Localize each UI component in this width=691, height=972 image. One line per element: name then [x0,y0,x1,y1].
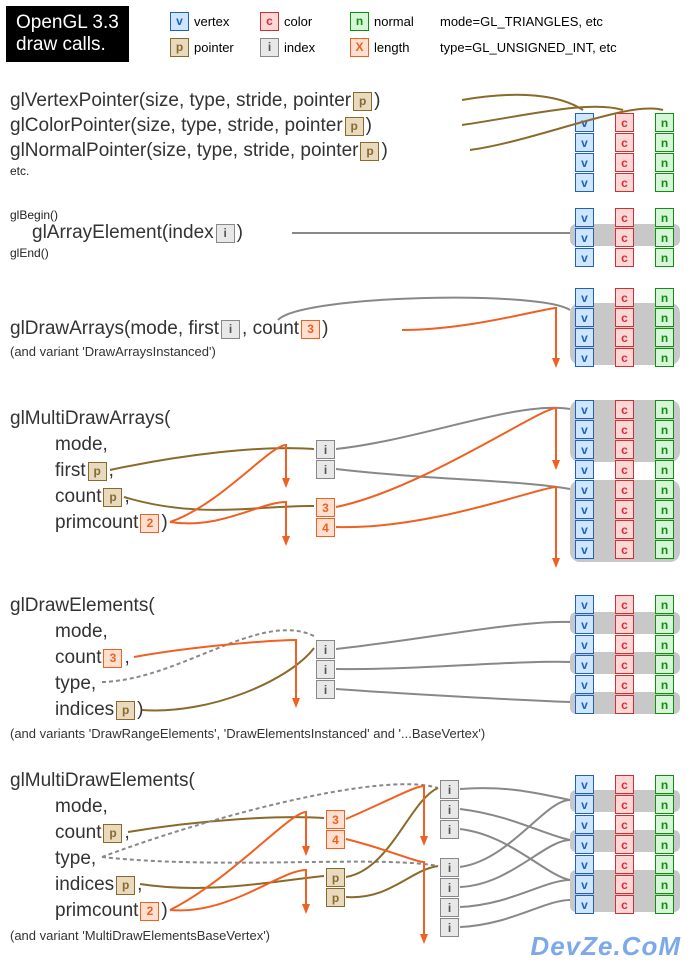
first-array: ii [316,440,335,479]
vertex-array-4: vvvvvvvv [575,400,594,559]
count-array-6: 34 [326,810,345,849]
pointer-param: p [360,142,379,161]
mda-mode: mode, [55,434,108,456]
vertex-array-5: vvvvvv [575,595,594,714]
fn-gldrawarrays: glDrawArrays(mode, firsti, count3) [10,318,328,340]
color-array-2: ccc [615,208,634,267]
length-label: length [374,40,409,55]
mode-label: mode=GL_TRIANGLES, etc [440,14,603,29]
legend: vvertex ccolor nnormal mode=GL_TRIANGLES… [170,10,680,62]
color-array-1: cccc [615,113,634,192]
drawelements-note: (and variants 'DrawRangeElements', 'Draw… [10,726,485,741]
vertex-array-3: vvvv [575,288,594,367]
fn-gldrawelements-open: glDrawElements( [10,595,155,617]
count-array: 34 [316,498,335,537]
normal-array-1: nnnn [655,113,674,192]
fn-glvertexpointer: glVertexPointer(size, type, stride, poin… [10,90,380,112]
color-label: color [284,14,312,29]
color-box: c [260,12,279,31]
vertex-array-1: vvvv [575,113,594,192]
title-line1: OpenGL 3.3 [16,12,119,33]
fn-glcolorpointer: glColorPointer(size, type, stride, point… [10,115,372,137]
mde-mode: mode, [55,796,108,818]
index-label: index [284,40,315,55]
vertex-label: vertex [194,14,229,29]
type-label: type=GL_UNSIGNED_INT, etc [440,40,617,55]
mde-count: countp, [55,822,130,844]
normal-array-3: nnnn [655,288,674,367]
color-array-4: cccccccc [615,400,634,559]
vertex-array-2: vvv [575,208,594,267]
normal-box: n [350,12,369,31]
indices-ptr-6: pp [326,868,345,907]
vertex-array-6: vvvvvvv [575,775,594,914]
etc-label: etc. [10,164,29,178]
indices-array-5: iii [316,640,335,699]
de-type: type, [55,673,96,695]
index-param: i [216,224,235,243]
count-param: 3 [301,320,320,339]
glbegin: glBegin() [10,208,58,222]
pointer-label: pointer [194,40,234,55]
pointer-param: p [345,117,364,136]
watermark: DevZe.CoM [530,931,681,962]
mda-count: countp, [55,486,130,508]
drawarrays-note: (and variant 'DrawArraysInstanced') [10,344,216,359]
color-array-6: ccccccc [615,775,634,914]
mda-first: firstp, [55,460,114,482]
mde-indices: indicesp, [55,874,142,896]
index-box: i [260,38,279,57]
mde-primcount: primcount2) [55,900,168,922]
pointer-box: p [170,38,189,57]
color-array-5: cccccc [615,595,634,714]
fn-glmultidrawarrays-open: glMultiDrawArrays( [10,408,170,430]
de-mode: mode, [55,621,108,643]
normal-array-2: nnn [655,208,674,267]
first-param: i [221,320,240,339]
normal-label: normal [374,14,414,29]
title-line2: draw calls. [16,34,106,55]
length-box: X [350,38,369,57]
normal-array-4: nnnnnnnn [655,400,674,559]
mde-note: (and variant 'MultiDrawElementsBaseVerte… [10,928,270,943]
index-run-6b: iiii [440,858,459,937]
mde-type: type, [55,848,96,870]
de-count: count3, [55,647,130,669]
normal-array-5: nnnnnn [655,595,674,714]
index-run-6a: iii [440,780,459,839]
mda-primcount: primcount2) [55,512,168,534]
normal-array-6: nnnnnnn [655,775,674,914]
title-block: OpenGL 3.3 draw calls. [6,6,129,62]
fn-glnormalpointer: glNormalPointer(size, type, stride, poin… [10,140,388,162]
fn-glmultidrawelements-open: glMultiDrawElements( [10,770,195,792]
de-indices: indicesp) [55,699,143,721]
vertex-box: v [170,12,189,31]
glend: glEnd() [10,246,49,260]
color-array-3: cccc [615,288,634,367]
fn-glarrayelement: glArrayElement(indexi) [32,222,243,244]
pointer-param: p [353,92,372,111]
